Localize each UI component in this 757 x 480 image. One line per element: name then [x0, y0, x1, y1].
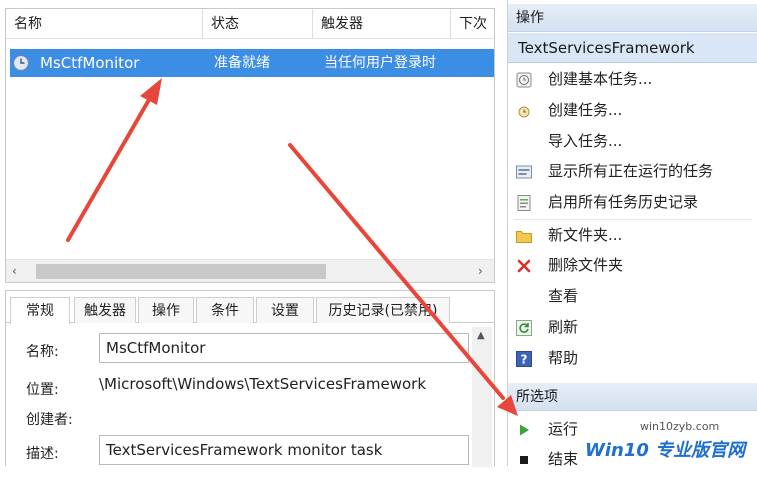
tab-triggers[interactable]: 触发器	[74, 297, 136, 323]
folder-section-header[interactable]: TextServicesFramework	[508, 33, 757, 63]
scroll-up-icon[interactable]: ▲	[477, 330, 485, 341]
scrollbar-thumb[interactable]	[36, 264, 326, 279]
action-import-task[interactable]: 导入任务...	[508, 126, 757, 156]
actions-pane: 操作 TextServicesFramework 创建基本任务... 创建任务.…	[507, 0, 757, 468]
horizontal-scrollbar[interactable]: ‹ ›	[6, 259, 494, 282]
help-icon: ?	[515, 349, 533, 367]
svg-text:?: ?	[521, 353, 528, 367]
vertical-scrollbar[interactable]: ▲	[472, 327, 492, 467]
tab-conditions[interactable]: 条件	[196, 297, 254, 323]
task-row[interactable]: MsCtfMonitor 准备就绪 当任何用户登录时	[10, 49, 494, 77]
column-next-run[interactable]: 下次	[451, 9, 494, 39]
task-name-cell: MsCtfMonitor	[40, 54, 140, 72]
create-task-icon	[515, 101, 533, 119]
history-icon	[515, 193, 533, 211]
action-delete-folder[interactable]: 删除文件夹	[508, 250, 757, 280]
delete-icon	[515, 256, 533, 274]
column-name[interactable]: 名称	[6, 9, 203, 39]
task-list-header: 名称 状态 触发器 下次	[6, 9, 494, 39]
create-basic-task-icon	[515, 70, 533, 88]
details-tabs: 常规 触发器 操作 条件 设置 历史记录(已禁用)	[6, 295, 494, 324]
name-label: 名称:	[26, 344, 59, 360]
column-status[interactable]: 状态	[203, 9, 313, 39]
task-status-cell: 准备就绪	[214, 55, 270, 71]
tab-history[interactable]: 历史记录(已禁用)	[316, 297, 450, 323]
action-new-folder[interactable]: 新文件夹...	[508, 220, 757, 250]
location-label: 位置:	[26, 382, 59, 398]
action-view[interactable]: 查看	[508, 281, 757, 311]
run-icon	[515, 420, 533, 438]
name-field[interactable]: MsCtfMonitor	[99, 333, 469, 363]
column-trigger[interactable]: 触发器	[313, 9, 451, 39]
task-details-panel: 常规 触发器 操作 条件 设置 历史记录(已禁用) 名称: MsCtfMonit…	[5, 290, 495, 467]
description-label: 描述:	[26, 446, 59, 462]
tab-general[interactable]: 常规	[10, 297, 70, 324]
tab-actions[interactable]: 操作	[138, 297, 194, 323]
refresh-icon	[515, 318, 533, 336]
end-icon	[515, 450, 533, 468]
folder-icon	[515, 226, 533, 244]
watermark-logo: Win10 专业版官网	[585, 440, 746, 461]
action-enable-history[interactable]: 启用所有任务历史记录	[508, 187, 757, 217]
actions-header: 操作	[508, 4, 757, 32]
action-help[interactable]: ? 帮助	[508, 343, 757, 373]
location-value: \Microsoft\Windows\TextServicesFramework	[99, 375, 427, 393]
running-tasks-icon	[515, 162, 533, 180]
action-create-basic-task[interactable]: 创建基本任务...	[508, 64, 757, 94]
selected-item-header: 所选项	[508, 383, 757, 411]
action-show-running-tasks[interactable]: 显示所有正在运行的任务	[508, 156, 757, 186]
clock-icon	[12, 54, 30, 72]
description-field[interactable]: TextServicesFramework monitor task	[99, 435, 469, 465]
author-label: 创建者:	[26, 412, 73, 428]
task-trigger-cell: 当任何用户登录时	[324, 55, 436, 71]
task-list: 名称 状态 触发器 下次 MsCtfMonitor 准备就绪 当任何用户登录时 …	[5, 8, 495, 283]
scroll-left-icon[interactable]: ‹	[12, 264, 17, 278]
tab-settings[interactable]: 设置	[256, 297, 314, 323]
action-refresh[interactable]: 刷新	[508, 312, 757, 342]
action-create-task[interactable]: 创建任务...	[508, 95, 757, 125]
watermark-url: win10zyb.com	[640, 420, 720, 433]
scroll-right-icon[interactable]: ›	[478, 264, 483, 278]
